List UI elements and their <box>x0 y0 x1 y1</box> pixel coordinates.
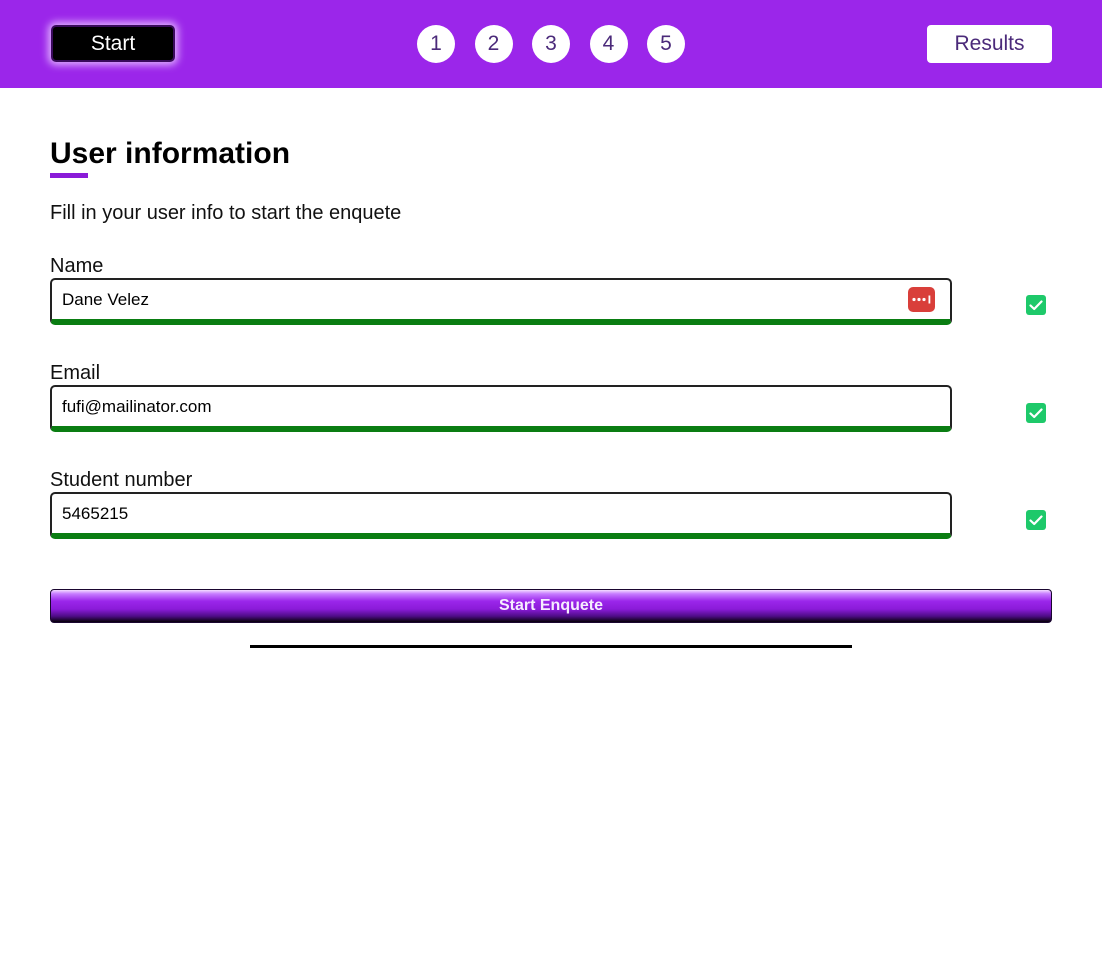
step-4-button[interactable]: 4 <box>589 25 628 63</box>
step-1-button[interactable]: 1 <box>417 25 455 63</box>
email-valid-check-icon[interactable] <box>1026 403 1046 423</box>
step-3-button[interactable]: 3 <box>532 25 570 63</box>
name-label: Name <box>50 255 104 277</box>
start-enquete-button[interactable]: Start Enquete <box>50 589 1052 623</box>
name-valid-check-icon[interactable] <box>1026 295 1046 315</box>
results-button[interactable]: Results <box>927 25 1052 63</box>
title-underline <box>50 173 88 178</box>
top-nav-bar: Start 1 2 3 4 5 Results <box>0 0 1102 88</box>
step-2-button[interactable]: 2 <box>474 25 513 63</box>
student-number-input[interactable] <box>50 492 952 539</box>
email-label: Email <box>50 362 101 384</box>
student-number-label: Student number <box>50 469 193 491</box>
email-input[interactable] <box>50 385 952 432</box>
password-manager-icon[interactable] <box>908 287 935 312</box>
step-navigation: 1 2 3 4 5 <box>417 25 685 63</box>
name-input[interactable] <box>50 278 952 325</box>
intro-text: Fill in your user info to start the enqu… <box>50 202 402 224</box>
step-5-button[interactable]: 5 <box>647 25 685 63</box>
start-button[interactable]: Start <box>51 25 175 62</box>
student-number-valid-check-icon[interactable] <box>1026 510 1046 530</box>
page-title: User information <box>50 137 291 170</box>
divider <box>250 645 852 648</box>
